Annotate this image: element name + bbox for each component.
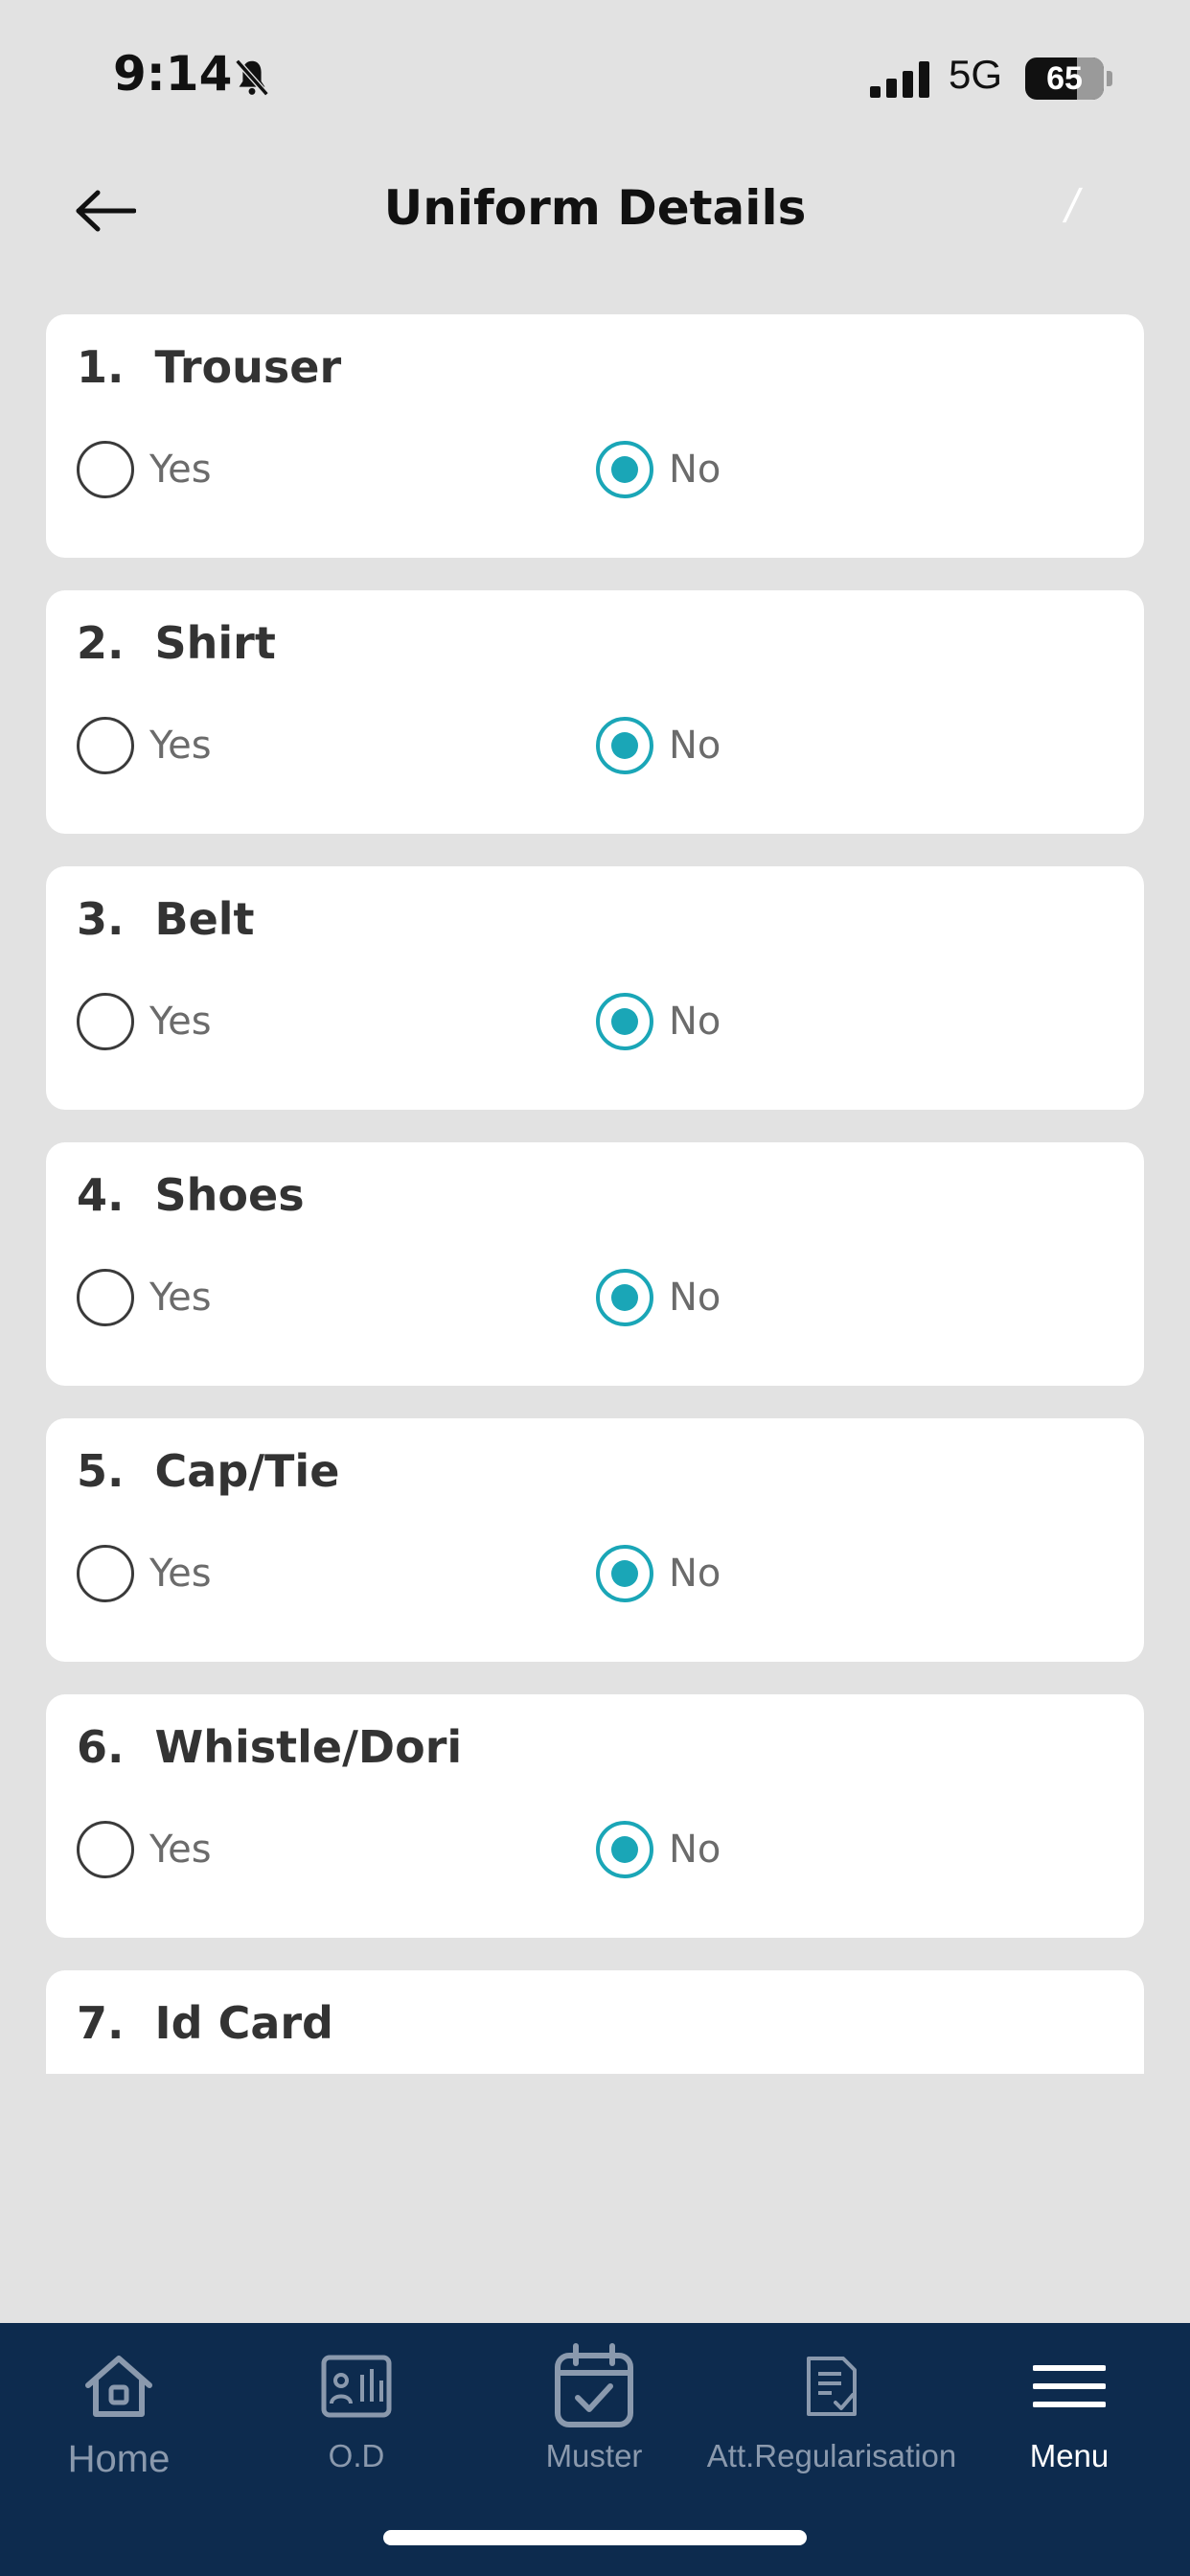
radio-unchecked-icon[interactable] — [77, 993, 134, 1050]
radio-checked-icon[interactable] — [596, 993, 653, 1050]
hamburger-icon — [1033, 2338, 1106, 2434]
question-title: 4. Shoes — [77, 1169, 305, 1221]
battery-icon: 65 — [1025, 58, 1104, 100]
uniform-checklist[interactable]: 1. Trouser Yes No 2. Shirt Yes No 3. Bel… — [46, 314, 1144, 2074]
battery-tip — [1107, 71, 1112, 86]
nav-label: Home — [67, 2438, 171, 2480]
signal-icon — [870, 59, 929, 98]
radio-checked-icon[interactable] — [596, 1821, 653, 1878]
question-card-id-card: 7. Id Card — [46, 1970, 1144, 2074]
option-label: No — [669, 1276, 721, 1320]
nav-label: O.D — [328, 2438, 385, 2473]
question-title: 1. Trouser — [77, 341, 342, 393]
option-label: Yes — [149, 724, 212, 768]
nav-item-muster[interactable]: Muster — [475, 2323, 713, 2515]
option-label: Yes — [149, 1000, 212, 1044]
question-card-cap-tie: 5. Cap/Tie Yes No — [46, 1418, 1144, 1662]
page-title: Uniform Details — [383, 180, 807, 236]
cap-tie-yes-option[interactable]: Yes — [77, 1545, 212, 1602]
trouser-yes-option[interactable]: Yes — [77, 441, 212, 498]
document-check-icon — [803, 2338, 860, 2434]
cap-tie-no-option[interactable]: No — [596, 1545, 721, 1602]
shoes-no-option[interactable]: No — [596, 1269, 721, 1326]
radio-checked-icon[interactable] — [596, 1269, 653, 1326]
question-card-whistle-dori: 6. Whistle/Dori Yes No — [46, 1694, 1144, 1938]
shirt-no-option[interactable]: No — [596, 717, 721, 774]
nav-label: Menu — [1029, 2438, 1110, 2473]
radio-checked-icon[interactable] — [596, 441, 653, 498]
status-time: 9:14 — [113, 46, 233, 102]
radio-unchecked-icon[interactable] — [77, 441, 134, 498]
question-title: 5. Cap/Tie — [77, 1445, 340, 1497]
option-label: No — [669, 448, 721, 492]
nav-label: Att.Regularisation — [706, 2438, 957, 2473]
belt-no-option[interactable]: No — [596, 993, 721, 1050]
shirt-yes-option[interactable]: Yes — [77, 717, 212, 774]
shoes-yes-option[interactable]: Yes — [77, 1269, 212, 1326]
radio-unchecked-icon[interactable] — [77, 1821, 134, 1878]
question-title: 3. Belt — [77, 893, 255, 945]
question-card-shoes: 4. Shoes Yes No — [46, 1142, 1144, 1386]
option-label: No — [669, 1000, 721, 1044]
nav-item-att-regularisation[interactable]: Att.Regularisation — [707, 2323, 956, 2515]
trouser-no-option[interactable]: No — [596, 441, 721, 498]
whistle-dori-no-option[interactable]: No — [596, 1821, 721, 1878]
option-label: Yes — [149, 1828, 212, 1872]
battery-percent: 65 — [1046, 60, 1083, 97]
nav-item-menu[interactable]: Menu — [950, 2323, 1188, 2515]
belt-yes-option[interactable]: Yes — [77, 993, 212, 1050]
nav-item-home[interactable]: Home — [0, 2323, 238, 2515]
radio-unchecked-icon[interactable] — [77, 717, 134, 774]
option-label: No — [669, 1552, 721, 1596]
bell-muted-icon — [230, 56, 274, 100]
question-card-belt: 3. Belt Yes No — [46, 866, 1144, 1110]
home-indicator[interactable] — [383, 2530, 807, 2545]
option-label: Yes — [149, 1552, 212, 1596]
question-title: 2. Shirt — [77, 617, 276, 669]
question-title: 6. Whistle/Dori — [77, 1721, 463, 1773]
nav-item-od[interactable]: O.D — [238, 2323, 475, 2515]
whistle-dori-yes-option[interactable]: Yes — [77, 1821, 212, 1878]
radio-checked-icon[interactable] — [596, 1545, 653, 1602]
radio-unchecked-icon[interactable] — [77, 1545, 134, 1602]
option-label: No — [669, 724, 721, 768]
option-label: Yes — [149, 1276, 212, 1320]
option-label: Yes — [149, 448, 212, 492]
home-icon — [80, 2338, 157, 2434]
od-icon — [320, 2338, 393, 2434]
question-title: 7. Id Card — [77, 1997, 333, 2049]
calendar-check-icon — [553, 2338, 635, 2434]
radio-unchecked-icon[interactable] — [77, 1269, 134, 1326]
header: Uniform Details / — [0, 163, 1190, 259]
nav-label: Muster — [545, 2438, 643, 2473]
network-label: 5G — [949, 52, 1003, 97]
question-card-trouser: 1. Trouser Yes No — [46, 314, 1144, 558]
option-label: No — [669, 1828, 721, 1872]
question-card-shirt: 2. Shirt Yes No — [46, 590, 1144, 834]
status-bar: 9:14 5G 65 — [0, 0, 1190, 153]
radio-checked-icon[interactable] — [596, 717, 653, 774]
